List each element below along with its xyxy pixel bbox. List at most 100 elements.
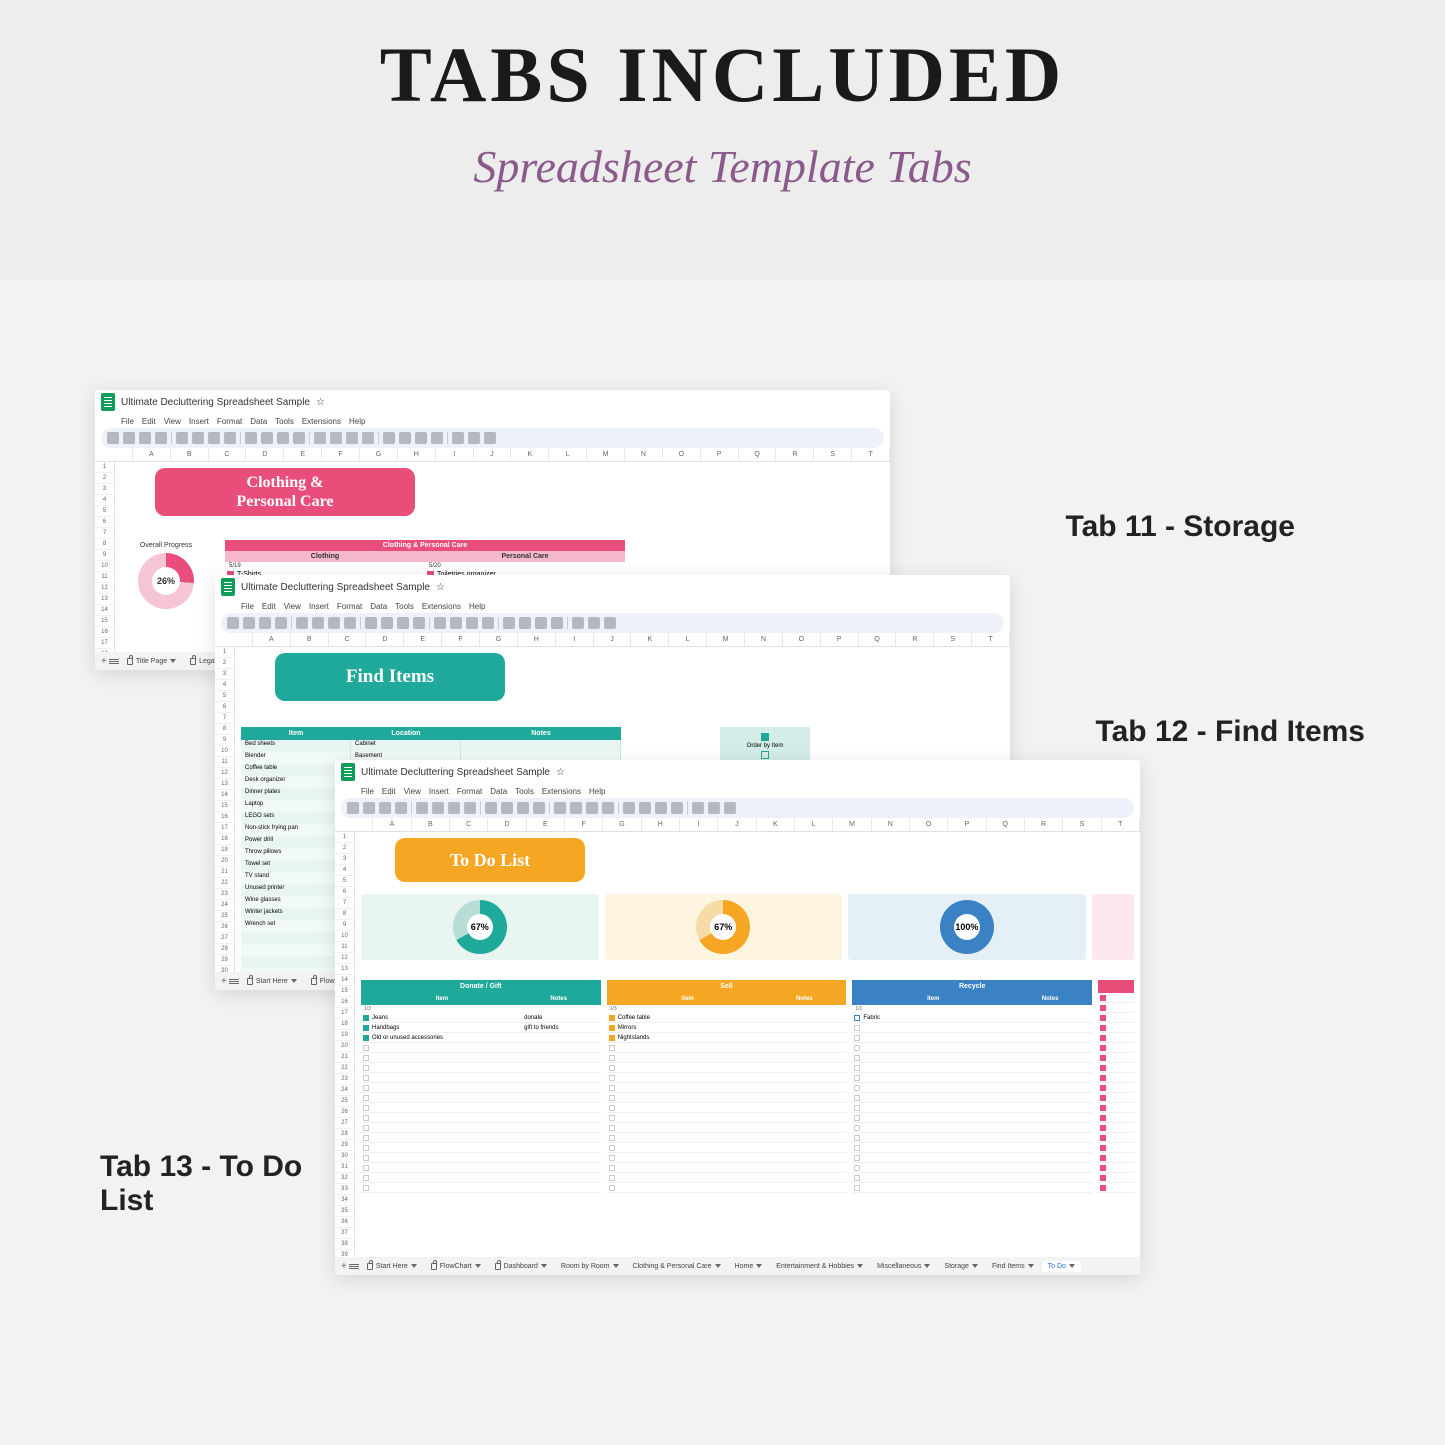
checkbox[interactable] [1100,1115,1106,1121]
checkbox[interactable] [854,1085,860,1091]
checkbox[interactable] [1100,1025,1106,1031]
toolbar-button[interactable] [399,432,411,444]
checkbox[interactable] [854,1145,860,1151]
list-item[interactable] [361,1083,601,1093]
sheet-tab[interactable]: Find Items [986,1261,1040,1272]
checkbox[interactable] [854,1095,860,1101]
toolbar-button[interactable] [468,432,480,444]
star-icon[interactable]: ☆ [556,767,565,778]
list-item[interactable] [852,1073,1092,1083]
checkbox[interactable] [363,1045,369,1051]
checkbox[interactable] [609,1115,615,1121]
checkbox[interactable] [854,1155,860,1161]
list-item[interactable] [852,1173,1092,1183]
toolbar-button[interactable] [618,802,619,814]
add-sheet-icon[interactable]: + [101,656,107,667]
toolbar-button[interactable] [517,802,529,814]
toolbar-button[interactable] [379,802,391,814]
toolbar-button[interactable] [432,802,444,814]
list-item[interactable] [607,1183,847,1193]
checkbox[interactable] [1100,1065,1106,1071]
toolbar-button[interactable] [448,802,460,814]
menu-format[interactable]: Format [217,417,242,426]
checkbox[interactable] [1100,1005,1106,1011]
menu-insert[interactable]: Insert [189,417,209,426]
checkbox[interactable] [1100,1155,1106,1161]
toolbar-button[interactable] [378,432,379,444]
toolbar-button[interactable] [551,617,563,629]
toolbar-button[interactable] [344,617,356,629]
toolbar-button[interactable] [485,802,497,814]
toolbar-button[interactable] [434,617,446,629]
list-item[interactable]: Fabric [852,1013,1092,1023]
sheets-menu-icon[interactable] [229,979,239,984]
checkbox[interactable] [854,1035,860,1041]
toolbar-button[interactable] [466,617,478,629]
toolbar-button[interactable] [309,432,310,444]
checkbox[interactable] [609,1015,615,1021]
checkbox[interactable] [363,1095,369,1101]
sheet-tab[interactable]: Clothing & Personal Care [627,1261,727,1272]
checkbox[interactable] [609,1045,615,1051]
toolbar-button[interactable] [429,617,430,629]
list-item[interactable] [607,1103,847,1113]
checkbox[interactable] [1100,1045,1106,1051]
checkbox[interactable] [363,1155,369,1161]
sheet-tab[interactable]: Start Here [361,1261,423,1272]
toolbar-button[interactable] [275,617,287,629]
toolbar-button[interactable] [240,432,241,444]
menu-format[interactable]: Format [457,787,482,796]
checkbox[interactable] [363,1115,369,1121]
toolbar-button[interactable] [139,432,151,444]
checkbox[interactable] [363,1085,369,1091]
toolbar-button[interactable] [416,802,428,814]
checkbox[interactable] [363,1025,369,1031]
checkbox[interactable] [1100,1055,1106,1061]
toolbar-button[interactable] [243,617,255,629]
menu-extensions[interactable]: Extensions [542,787,581,796]
list-item[interactable] [607,1053,847,1063]
toolbar-button[interactable] [572,617,584,629]
checkbox[interactable] [1100,1185,1106,1191]
list-item[interactable] [852,1163,1092,1173]
menu-insert[interactable]: Insert [309,602,329,611]
checkbox[interactable] [854,1135,860,1141]
checkbox[interactable] [609,1055,615,1061]
toolbar-button[interactable] [314,432,326,444]
checkbox[interactable] [363,1165,369,1171]
list-item[interactable] [607,1083,847,1093]
menu-file[interactable]: File [121,417,134,426]
menu-edit[interactable]: Edit [142,417,156,426]
add-sheet-icon[interactable]: + [221,976,227,987]
checkbox[interactable] [609,1155,615,1161]
checkbox[interactable] [1100,1135,1106,1141]
list-item[interactable] [607,1123,847,1133]
menu-file[interactable]: File [241,602,254,611]
checkbox[interactable] [363,1125,369,1131]
checkbox[interactable] [363,1145,369,1151]
menu-view[interactable]: View [284,602,301,611]
toolbar[interactable] [221,613,1004,633]
menu-tools[interactable]: Tools [515,787,534,796]
checkbox[interactable] [609,1035,615,1041]
list-item[interactable]: Handbagsgift to friends [361,1023,601,1033]
toolbar-button[interactable] [671,802,683,814]
list-item[interactable] [852,1103,1092,1113]
sheet-tab[interactable]: Home [729,1261,769,1272]
list-item[interactable] [361,1153,601,1163]
list-item[interactable]: Mirrors [607,1023,847,1033]
list-item[interactable] [361,1183,601,1193]
toolbar-button[interactable] [554,802,566,814]
checkbox[interactable] [854,1115,860,1121]
list-item[interactable] [852,1123,1092,1133]
checkbox[interactable] [609,1145,615,1151]
toolbar-button[interactable] [259,617,271,629]
toolbar-button[interactable] [533,802,545,814]
list-item[interactable] [852,1133,1092,1143]
toolbar-button[interactable] [588,617,600,629]
checkbox[interactable] [854,1065,860,1071]
toolbar-button[interactable] [482,617,494,629]
toolbar-button[interactable] [208,432,220,444]
menu-bar[interactable]: FileEditViewInsertFormatDataToolsExtensi… [95,414,890,428]
toolbar-button[interactable] [192,432,204,444]
